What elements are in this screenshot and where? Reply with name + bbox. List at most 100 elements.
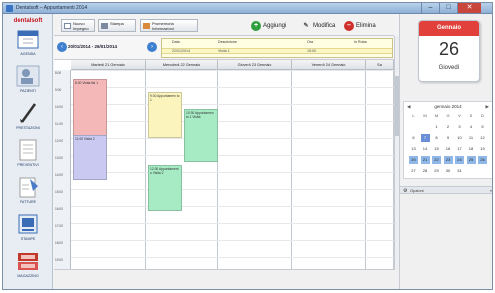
mini-calendar-day[interactable]: 25 [466,156,476,164]
mini-calendar-day[interactable]: 7 [420,134,430,142]
mini-calendar-day[interactable]: 15 [432,145,441,153]
mini-calendar-day[interactable]: 9 [444,134,453,142]
column-header[interactable]: Ora [307,40,313,44]
mini-calendar-day[interactable]: 19 [478,145,487,153]
mini-calendar-day[interactable]: 20 [409,156,418,164]
sidebar-item-label: STAMPE [20,237,36,241]
date-range-text: 20/01/2014 - 26/01/2014 [68,44,118,49]
hour-gridline [71,172,394,173]
mini-calendar-day[interactable]: 31 [455,167,464,175]
reminder-row-selected[interactable] [162,48,392,54]
current-day-name: Giovedì [438,65,460,71]
sidebar-item-pazienti[interactable]: PAZIENTI [7,65,49,98]
app-icon [6,5,13,12]
mini-calendar-day[interactable]: 11 [467,134,476,142]
hour-gridline [71,104,394,105]
day-header[interactable]: Mercoledì 22 Gennaio [146,60,218,70]
mini-calendar-day[interactable]: 18 [467,145,476,153]
print-icon [101,23,108,29]
print-button[interactable]: Stampa [98,19,136,32]
time-column: 8:00 9:00 10:00 11:00 12:00 13:00 14:00 15:00 16… [54,70,71,269]
column-header[interactable]: Data [172,40,180,44]
edit-icon: ✎ [301,21,311,31]
mini-calendar-day[interactable]: 12 [478,134,487,142]
column-header[interactable]: In Ruba [354,40,367,44]
reminder-button[interactable]: Promemoria Informazioni [140,19,198,32]
appointment-block[interactable]: 12:30 Appuntament o Visita 2 [148,165,182,212]
mini-calendar-day[interactable]: 6 [409,134,418,142]
mini-calendar-day[interactable]: 14 [421,145,430,153]
sidebar-item-fatture[interactable]: FATTURE [7,176,49,209]
mini-calendar-day[interactable]: 22 [432,156,441,164]
mini-calendar-day[interactable]: 26 [478,156,487,164]
current-day-number: 26 [438,39,460,59]
add-button[interactable]: + Aggiungi [251,21,286,32]
close-button[interactable]: ✕ [457,3,481,13]
reminder-description: Visita 1 [218,49,230,53]
hour-gridline [71,138,394,139]
title-bar: Dentalsoft – Appuntamenti 2014 – □ ✕ [3,3,492,14]
sidebar-item-label: AGENDA [20,52,36,56]
mini-calendar-day[interactable]: 27 [409,167,418,175]
appointment-block[interactable]: 9:30 Appuntamen to 1 [148,92,182,138]
patients-icon [16,65,40,87]
window-title: Dentalsoft – Appuntamenti 2014 [16,5,88,11]
hour-gridline [71,223,394,224]
appointment-block[interactable]: 10:30 Appuntamen to 1 Visita [184,109,218,162]
mini-calendar-day[interactable]: 23 [443,156,453,164]
column-header[interactable]: Descrizione [218,40,237,44]
sidebar-item-preventivi[interactable]: PREVENTIVI [7,139,49,172]
previous-week-button[interactable]: ‹ [57,42,67,52]
printer-icon [18,214,38,234]
sidebar-item-label: PRESTAZIONI [16,126,40,130]
appointment-block[interactable]: 8:30 Visita fisi 1 [73,78,107,142]
chevron-icon: » [489,188,492,193]
mini-calendar-day[interactable]: 29 [432,167,441,175]
mini-calendar-day[interactable]: 28 [421,167,430,175]
new-appointment-button[interactable]: Nuovo Impegno [61,19,95,32]
mini-calendar-day[interactable]: 30 [444,167,453,175]
time-label: 17:00 [55,224,63,228]
mini-calendar-day[interactable]: 3 [455,123,464,131]
mini-calendar-day[interactable]: 2 [444,123,453,131]
hour-gridline [71,155,394,156]
delete-button[interactable]: – Elimina [344,21,376,32]
hour-gridline [71,206,394,207]
maximize-button[interactable]: □ [439,3,457,13]
time-label: 9:00 [55,88,62,92]
mini-calendar-day[interactable]: 16 [444,145,453,153]
mini-calendar-next-icon[interactable]: ▶ [486,104,489,110]
reminder-date: 22/01/2014 [172,49,190,53]
appointment-block[interactable]: 11:00 Visita 2 [73,134,107,181]
mini-calendar-day[interactable]: 8 [432,134,441,142]
minimize-button[interactable]: – [421,3,439,13]
sidebar-item-prestazioni[interactable]: PRESTAZIONI [7,102,49,135]
mini-calendar-day[interactable]: 1 [432,123,441,131]
next-week-button[interactable]: › [147,42,157,52]
reminder-time: 15:00 [307,49,316,53]
mini-calendar-day[interactable]: 4 [467,123,476,131]
date-range-bar: ‹ 20/01/2014 - 26/01/2014 › Data Descriz… [54,36,394,60]
day-header[interactable]: Martedì 21 Gennaio [71,60,146,70]
status-bar [54,270,399,289]
time-label: 19:00 [55,258,63,262]
mini-calendar-day[interactable]: 13 [409,145,418,153]
sidebar-item-label: MAGAZZINO [17,274,39,278]
sidebar-item-magazzino[interactable]: MAGAZZINO [7,250,49,283]
sidebar: dentalsoft AGENDA PAZIENTI PRESTAZIONI P… [3,14,53,289]
mini-calendar-day[interactable]: 5 [478,123,487,131]
day-header[interactable]: Venerdì 24 Gennaio [292,60,366,70]
pen-icon [20,103,37,123]
mini-calendar-day[interactable]: 24 [455,156,464,164]
mini-calendar-day[interactable]: 21 [420,156,430,164]
day-header[interactable]: Sa [366,60,394,70]
edit-button[interactable]: ✎ Modifica [301,21,335,32]
hour-gridline [71,121,394,122]
sidebar-item-agenda[interactable]: AGENDA [7,28,49,61]
options-panel-header[interactable]: ⚙ Opzioni » [400,186,492,194]
mini-calendar-day[interactable]: 17 [455,145,464,153]
current-month: Gennaio [419,21,479,36]
mini-calendar-day[interactable]: 10 [455,134,464,142]
sidebar-item-stampe[interactable]: STAMPE [7,213,49,246]
day-header[interactable]: Giovedì 23 Gennaio [218,60,292,70]
